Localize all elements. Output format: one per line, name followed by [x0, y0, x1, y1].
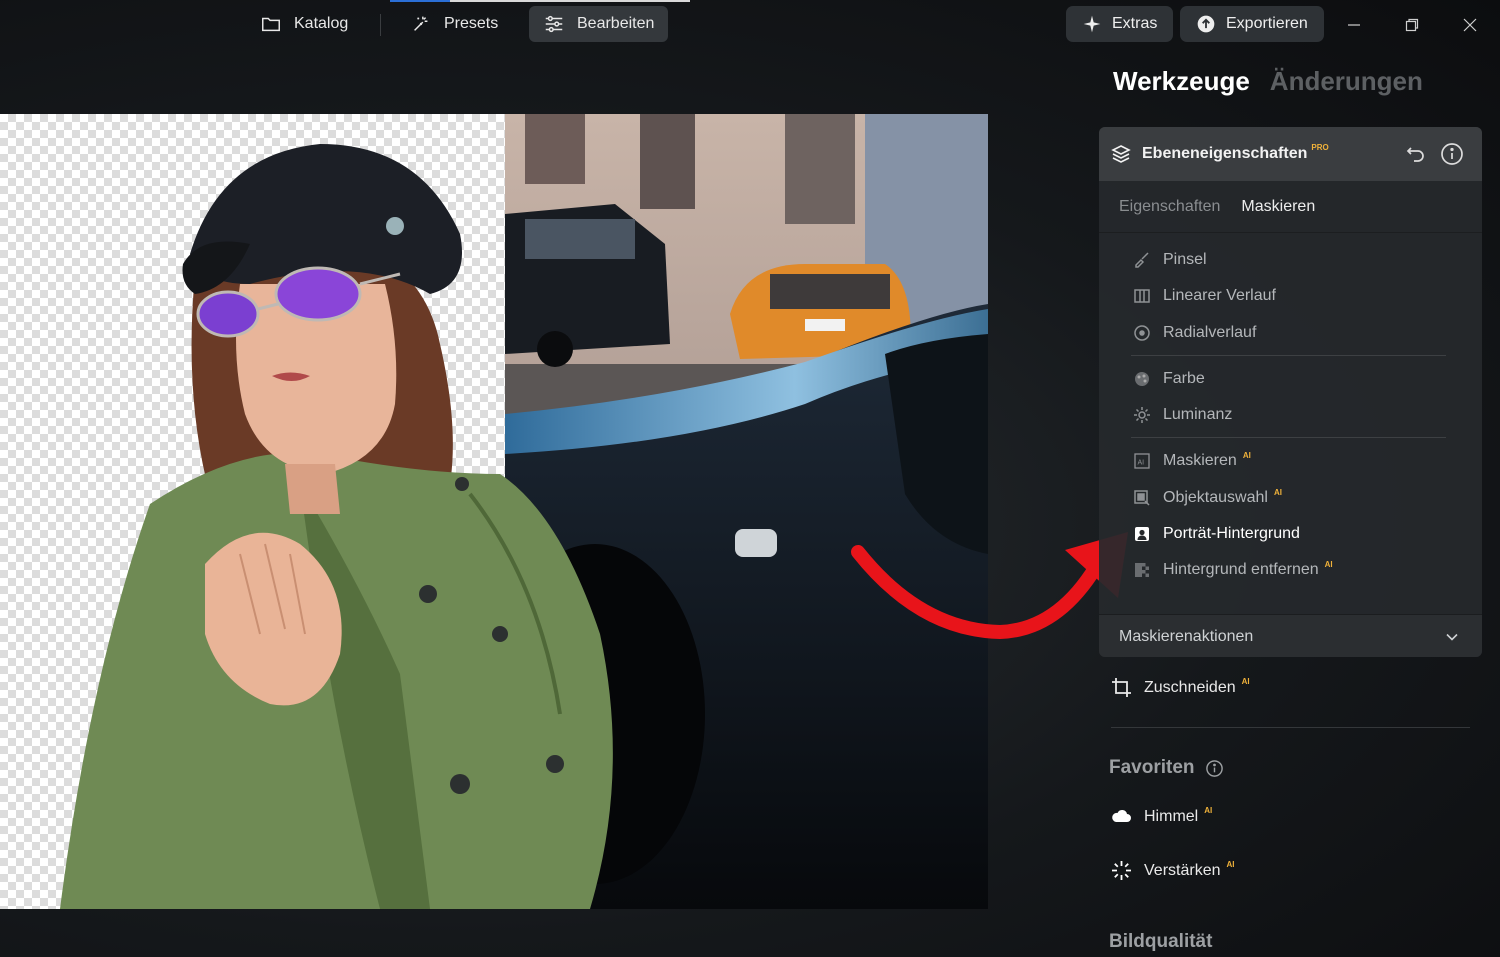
color-palette-icon	[1135, 372, 1149, 386]
tool-group-divider	[1131, 437, 1446, 438]
object-select-icon	[1134, 490, 1150, 506]
subtab-properties[interactable]: Eigenschaften	[1119, 198, 1220, 216]
ai-badge: AI	[1204, 806, 1213, 815]
tab-presets[interactable]: Presets	[396, 6, 512, 42]
tab-divider	[380, 14, 381, 36]
panel-divider	[1111, 727, 1470, 728]
tool-brush[interactable]: Pinsel	[1133, 248, 1207, 272]
photo-canvas[interactable]	[0, 114, 988, 909]
subtab-mask[interactable]: Maskieren	[1241, 198, 1315, 216]
tab-catalog-label: Katalog	[294, 15, 349, 32]
ai-badge: AI	[1241, 677, 1250, 686]
image-quality-title: Bildqualität	[1109, 931, 1213, 952]
brush-icon	[1135, 252, 1149, 268]
info-icon[interactable]	[1205, 759, 1224, 778]
info-icon[interactable]	[1440, 142, 1464, 166]
ai-badge: AI	[1273, 487, 1282, 497]
tool-remove-background[interactable]: Hintergrund entfernen AI	[1133, 558, 1333, 582]
favorite-sky-label: Himmel	[1144, 807, 1199, 825]
tool-remove-background-label: Hintergrund entfernen	[1163, 561, 1319, 578]
favorites-heading: Favoriten	[1109, 757, 1224, 779]
chevron-down-icon	[1446, 633, 1458, 641]
right-panel: Werkzeuge Änderungen Ebeneneigenschaften…	[1098, 0, 1500, 957]
crop-icon	[1112, 678, 1131, 697]
tool-brush-label: Pinsel	[1163, 251, 1207, 268]
tab-edit[interactable]: Bearbeiten	[529, 6, 669, 42]
svg-text:AI: AI	[1138, 460, 1145, 467]
tab-progress-indicator	[390, 0, 450, 2]
panel-tabs: Werkzeuge Änderungen	[1113, 66, 1423, 97]
tab-changes[interactable]: Änderungen	[1270, 66, 1423, 97]
sliders-icon	[545, 15, 563, 33]
layer-properties-card: Ebeneneigenschaften PRO Eigenschaften Mas…	[1099, 127, 1482, 657]
tool-color[interactable]: Farbe	[1133, 367, 1205, 391]
folder-icon	[262, 17, 280, 32]
tab-progress-track	[450, 0, 690, 2]
pro-badge: PRO	[1311, 143, 1329, 152]
linear-gradient-icon	[1134, 289, 1150, 303]
tab-catalog[interactable]: Katalog	[246, 6, 362, 42]
tool-group-divider	[1131, 355, 1446, 356]
radial-gradient-icon	[1134, 325, 1150, 341]
card-subtabs: Eigenschaften Maskieren	[1119, 198, 1315, 216]
remove-background-icon	[1135, 563, 1149, 577]
tab-presets-label: Presets	[444, 15, 499, 32]
luminance-icon	[1134, 407, 1150, 423]
ai-badge: AI	[1324, 559, 1333, 569]
undo-icon[interactable]	[1405, 143, 1427, 165]
layer-properties-title: Ebeneneigenschaften PRO	[1142, 143, 1329, 163]
crop-label: Zuschneiden	[1144, 678, 1236, 696]
favorite-sky[interactable]: Himmel AI	[1111, 806, 1212, 827]
tool-ai-mask[interactable]: AI Maskieren AI	[1133, 449, 1251, 473]
layer-properties-title-text: Ebeneneigenschaften	[1142, 145, 1308, 162]
image-quality-heading[interactable]: Bildqualität	[1109, 931, 1212, 953]
tool-linear-gradient-label: Linearer Verlauf	[1163, 287, 1276, 304]
favorite-enhance[interactable]: Verstärken AI	[1111, 860, 1234, 881]
ai-badge: AI	[1242, 450, 1251, 460]
tool-radial-gradient-label: Radialverlauf	[1163, 324, 1257, 341]
favorite-enhance-label: Verstärken	[1144, 861, 1221, 879]
subtab-divider	[1099, 232, 1482, 233]
tab-tools[interactable]: Werkzeuge	[1113, 66, 1250, 97]
tool-linear-gradient[interactable]: Linearer Verlauf	[1133, 284, 1276, 308]
favorites-title: Favoriten	[1109, 757, 1195, 778]
tool-object-select-label: Objektauswahl	[1163, 489, 1268, 506]
portrait-subject	[60, 144, 613, 909]
layer-properties-header[interactable]: Ebeneneigenschaften PRO	[1099, 127, 1482, 181]
crop-tool[interactable]: Zuschneiden AI	[1111, 677, 1250, 698]
mask-actions-label: Maskierenaktionen	[1119, 627, 1254, 645]
layers-icon	[1111, 145, 1131, 163]
portrait-icon	[1135, 527, 1149, 541]
tab-edit-label: Bearbeiten	[577, 15, 655, 32]
tool-luminance-label: Luminanz	[1163, 406, 1233, 423]
magic-wand-icon	[414, 16, 428, 31]
tool-portrait-background[interactable]: Porträt-Hintergrund	[1133, 522, 1300, 546]
tool-ai-mask-label: Maskieren	[1163, 452, 1237, 469]
ai-badge: AI	[1226, 860, 1235, 869]
sparkle-burst-icon	[1112, 861, 1131, 880]
tool-portrait-background-label: Porträt-Hintergrund	[1163, 525, 1300, 542]
tool-object-select[interactable]: Objektauswahl AI	[1133, 486, 1282, 510]
cloud-icon	[1112, 809, 1131, 822]
mask-actions-dropdown[interactable]: Maskierenaktionen	[1099, 614, 1482, 657]
tool-luminance[interactable]: Luminanz	[1133, 403, 1232, 427]
tool-radial-gradient[interactable]: Radialverlauf	[1133, 321, 1256, 345]
ai-mask-icon: AI	[1134, 453, 1150, 469]
tool-color-label: Farbe	[1163, 370, 1205, 387]
